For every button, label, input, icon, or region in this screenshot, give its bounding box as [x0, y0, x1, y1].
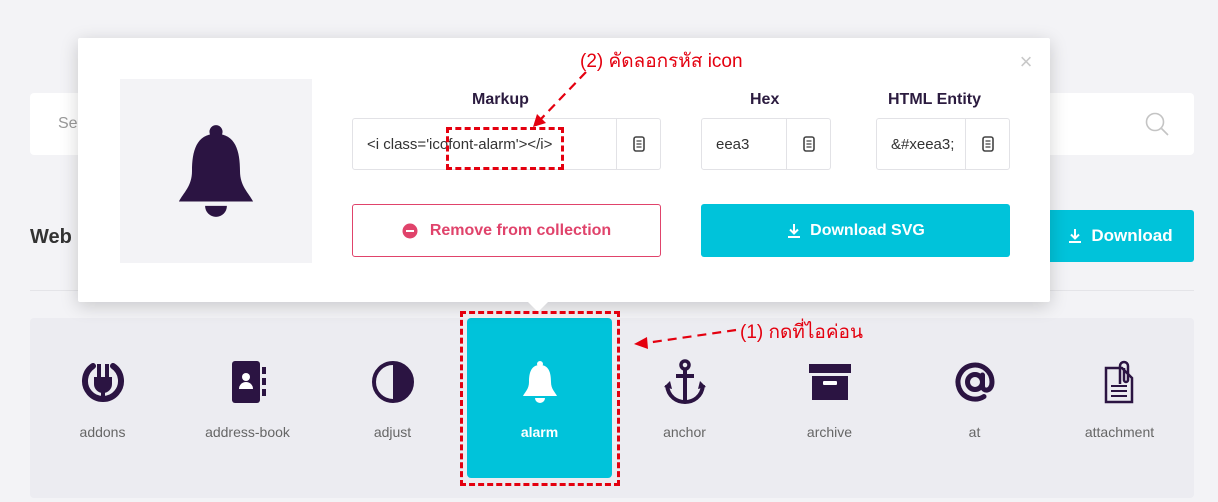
download-svg-label: Download SVG	[810, 221, 925, 239]
annotation-markup-box	[446, 127, 564, 170]
archive-icon	[800, 352, 860, 412]
copy-entity-button[interactable]	[965, 119, 1009, 169]
at-icon	[945, 352, 1005, 412]
copy-markup-button[interactable]	[616, 119, 660, 169]
download-icon	[788, 223, 801, 238]
icon-preview	[120, 79, 312, 263]
html-entity-header: HTML Entity	[888, 91, 982, 108]
copy-icon	[981, 136, 994, 152]
icon-tile-attachment[interactable]: attachment	[1047, 318, 1192, 478]
icon-tile-at[interactable]: at	[902, 318, 1047, 478]
attachment-icon	[1090, 352, 1150, 412]
html-entity-field[interactable]: &#xeea3;	[876, 118, 1010, 170]
copy-icon	[632, 136, 645, 152]
adjust-icon	[363, 352, 423, 412]
download-button[interactable]: Download	[1046, 210, 1194, 262]
anchor-icon	[655, 352, 715, 412]
page: Se Web Download addons address-book adju…	[0, 0, 1218, 502]
icon-label: adjust	[373, 424, 412, 440]
remove-label: Remove from collection	[429, 221, 612, 239]
download-icon	[1069, 229, 1082, 243]
address-book-icon	[218, 352, 278, 412]
icon-label: attachment	[1084, 424, 1155, 440]
download-label: Download	[1091, 226, 1173, 245]
close-icon[interactable]: ×	[1016, 51, 1036, 73]
icon-tile-anchor[interactable]: anchor	[612, 318, 757, 478]
icon-tile-adjust[interactable]: adjust	[320, 318, 465, 478]
hex-field[interactable]: eea3	[701, 118, 831, 170]
icon-detail-modal: × Markup Hex HTML Entity <i class='icofo…	[78, 38, 1050, 302]
plug-icon	[73, 352, 133, 412]
minus-circle-icon	[402, 223, 418, 238]
copy-hex-button[interactable]	[786, 119, 830, 169]
markup-header: Markup	[472, 91, 529, 108]
icon-label: address-book	[205, 424, 290, 440]
icon-label: anchor	[663, 424, 706, 440]
annotation-step2: (2) คัดลอกรหัส icon	[580, 51, 743, 72]
icon-tile-addons[interactable]: addons	[30, 318, 175, 478]
search-icon[interactable]	[1144, 111, 1170, 137]
hex-header: Hex	[750, 91, 780, 108]
icon-tile-address-book[interactable]: address-book	[175, 318, 320, 478]
icon-label: at	[968, 424, 981, 440]
icon-label: addons	[79, 424, 126, 440]
icon-label: archive	[806, 424, 853, 440]
remove-from-collection-button[interactable]: Remove from collection	[352, 204, 661, 257]
hex-value[interactable]: eea3	[702, 136, 786, 153]
search-placeholder: Se	[58, 115, 78, 132]
download-svg-button[interactable]: Download SVG	[701, 204, 1010, 257]
copy-icon	[802, 136, 815, 152]
section-title: Web	[30, 226, 72, 248]
html-entity-value[interactable]: &#xeea3;	[877, 136, 965, 153]
annotation-icon-box	[460, 311, 620, 486]
annotation-step1: (1) กดที่ไอค่อน	[740, 322, 863, 343]
bell-icon	[178, 125, 254, 217]
